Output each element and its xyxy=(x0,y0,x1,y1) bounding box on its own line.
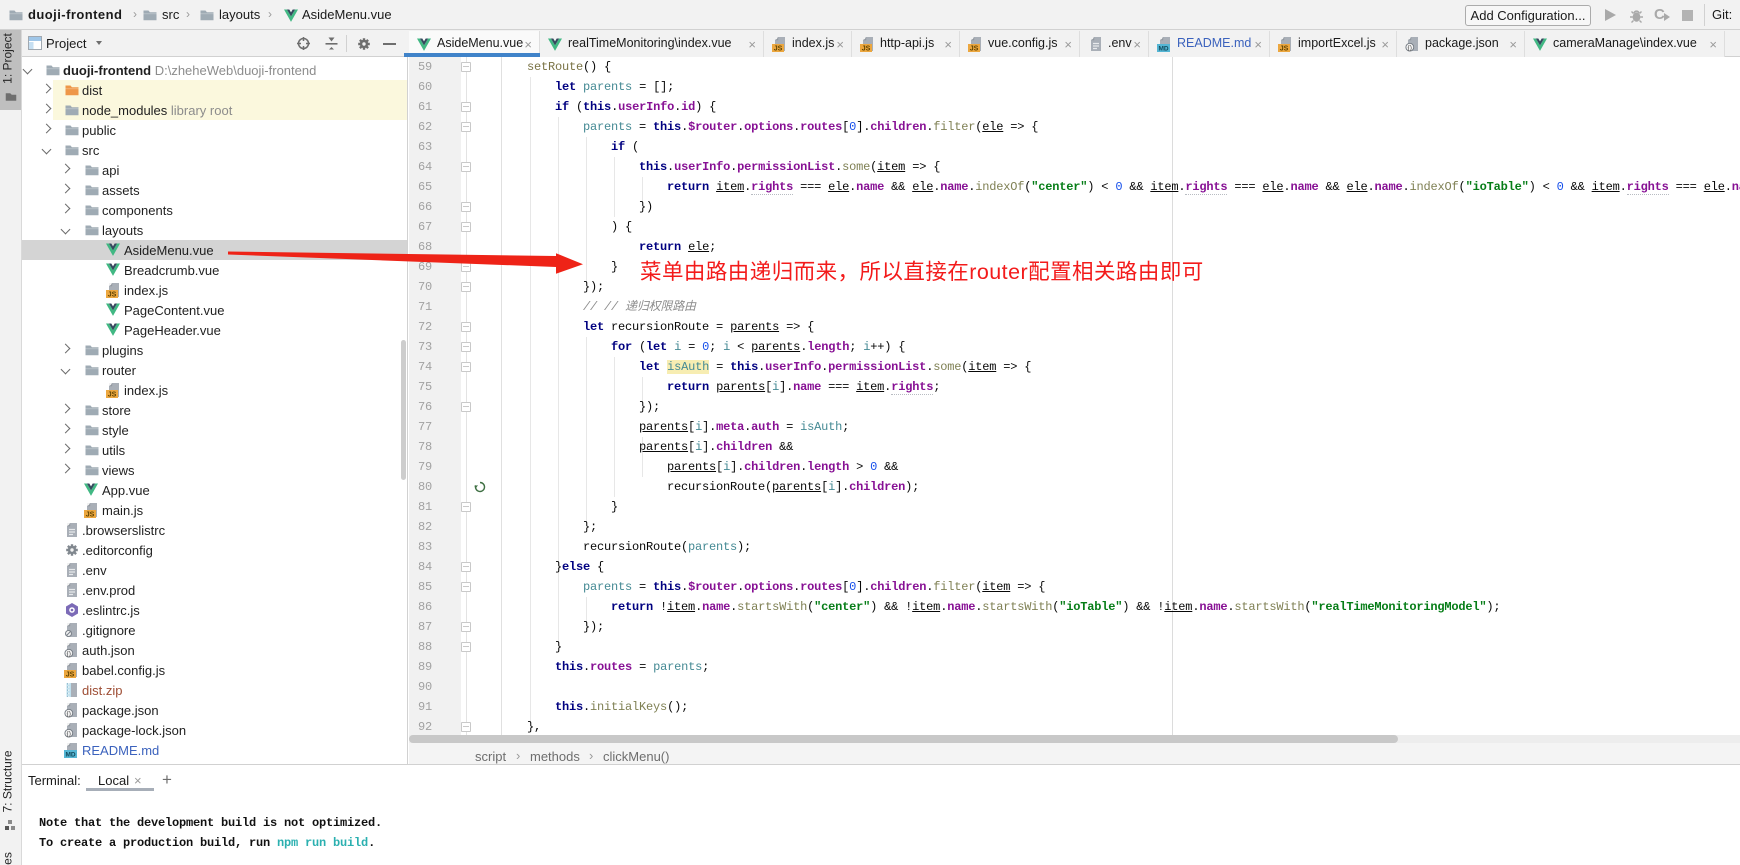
svg-text:JS: JS xyxy=(774,46,783,52)
svg-text:MD: MD xyxy=(1158,46,1168,52)
svg-text:JS: JS xyxy=(862,46,871,52)
svg-text:JS: JS xyxy=(1280,46,1289,52)
svg-text:JS: JS xyxy=(108,292,117,298)
svg-text:JS: JS xyxy=(108,392,117,398)
svg-text:{): {) xyxy=(67,731,71,738)
svg-text:{): {) xyxy=(1408,45,1412,52)
svg-text:{): {) xyxy=(67,711,71,718)
svg-text:{): {) xyxy=(67,651,71,658)
svg-text:JS: JS xyxy=(970,46,979,52)
svg-text:JS: JS xyxy=(86,512,95,518)
svg-text:JS: JS xyxy=(66,672,75,678)
svg-text:MD: MD xyxy=(65,752,75,758)
